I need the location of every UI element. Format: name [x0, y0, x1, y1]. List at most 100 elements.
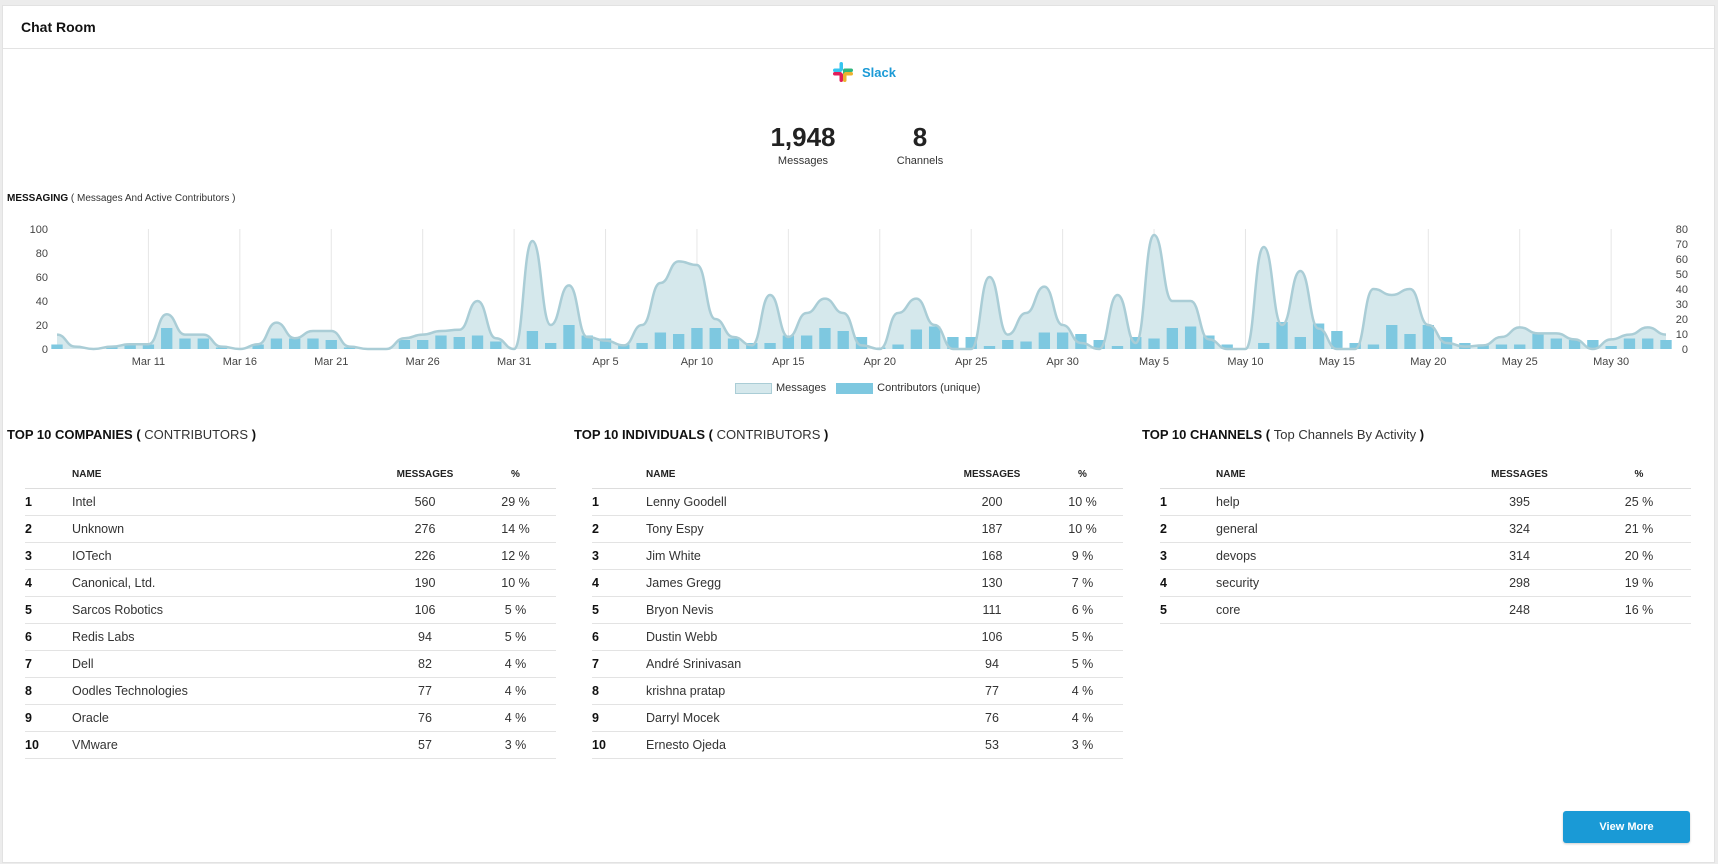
table-row[interactable]: 1 Lenny Goodell 200 10 %	[592, 488, 1123, 516]
view-more-button[interactable]: View More	[1563, 811, 1690, 843]
table-row[interactable]: 8 Oodles Technologies 77 4 %	[25, 677, 556, 705]
table-row[interactable]: 8 krishna pratap 77 4 %	[592, 677, 1123, 705]
contributors-bar	[709, 328, 721, 349]
name-cell: Oracle	[72, 704, 375, 732]
table-row[interactable]: 9 Oracle 76 4 %	[25, 704, 556, 732]
contributors-bar	[526, 331, 539, 349]
contributors-bar	[819, 328, 831, 349]
table-row[interactable]: 2 general 324 21 %	[1160, 515, 1691, 543]
name-cell: Jim White	[646, 542, 942, 570]
individuals-paren-open: (	[708, 427, 713, 442]
percent-cell: 5 %	[475, 596, 556, 624]
table-row[interactable]: 3 Jim White 168 9 %	[592, 542, 1123, 570]
table-header-row: NAME MESSAGES %	[592, 460, 1123, 489]
individuals-table: NAME MESSAGES % 1 Lenny Goodell 200 10 % 2 To…	[592, 460, 1123, 759]
contributors-bar	[1422, 325, 1434, 349]
table-row[interactable]: 6 Dustin Webb 106 5 %	[592, 623, 1123, 651]
table-row[interactable]: 10 Ernesto Ojeda 53 3 %	[592, 731, 1123, 759]
messages-header[interactable]: MESSAGES	[942, 460, 1042, 489]
table-row[interactable]: 6 Redis Labs 94 5 %	[25, 623, 556, 651]
legend-contributors[interactable]: Contributors (unique)	[836, 382, 980, 394]
contributors-bar	[417, 340, 429, 349]
x-tick-label: May 5	[1139, 356, 1169, 368]
table-row[interactable]: 4 security 298 19 %	[1160, 569, 1691, 597]
x-tick-label: Mar 31	[497, 356, 531, 368]
name-cell: Ernesto Ojeda	[646, 731, 942, 759]
legend-messages-label: Messages	[776, 382, 827, 394]
table-row[interactable]: 1 Intel 560 29 %	[25, 488, 556, 516]
channels-table-body: 1 help 395 25 % 2 general 324 21 % 3 devops 314 20 …	[1160, 488, 1691, 624]
percent-header[interactable]: %	[1587, 460, 1691, 489]
contributors-bar	[1148, 338, 1160, 349]
contributors-bar	[545, 343, 557, 349]
x-tick-label: Mar 16	[223, 356, 257, 368]
percent-cell: 5 %	[1042, 650, 1123, 678]
table-row[interactable]: 10 VMware 57 3 %	[25, 731, 556, 759]
individuals-title-main: TOP 10 INDIVIDUALS	[574, 427, 705, 442]
y-left-tick-label: 100	[30, 224, 48, 236]
table-row[interactable]: 5 core 248 16 %	[1160, 596, 1691, 624]
individuals-paren-close: )	[823, 427, 829, 442]
table-row[interactable]: 5 Bryon Nevis 111 6 %	[592, 596, 1123, 624]
x-tick-label: Apr 5	[592, 356, 618, 368]
table-row[interactable]: 7 André Srinivasan 94 5 %	[592, 650, 1123, 678]
x-tick-label: Mar 26	[406, 356, 440, 368]
percent-cell: 21 %	[1587, 515, 1691, 543]
contributors-bar	[270, 338, 283, 349]
rank-cell: 1	[1160, 488, 1216, 516]
messages-cell: 82	[375, 650, 475, 678]
name-cell: Darryl Mocek	[646, 704, 942, 732]
table-row[interactable]: 9 Darryl Mocek 76 4 %	[592, 704, 1123, 732]
messages-header[interactable]: MESSAGES	[1452, 460, 1587, 489]
name-header[interactable]: NAME	[646, 460, 942, 489]
contributors-bar	[800, 335, 813, 349]
name-cell: Unknown	[72, 515, 375, 543]
table-row[interactable]: 1 help 395 25 %	[1160, 488, 1691, 516]
table-row[interactable]: 3 IOTech 226 12 %	[25, 542, 556, 570]
name-cell: help	[1216, 488, 1452, 516]
rank-cell: 7	[592, 650, 646, 678]
name-cell: IOTech	[72, 542, 375, 570]
contributors-bar	[1002, 340, 1014, 349]
table-row[interactable]: 3 devops 314 20 %	[1160, 542, 1691, 570]
table-row[interactable]: 4 James Gregg 130 7 %	[592, 569, 1123, 597]
contributors-bar	[453, 337, 465, 349]
name-header[interactable]: NAME	[1216, 460, 1452, 489]
name-cell: Redis Labs	[72, 623, 375, 651]
x-tick-label: Apr 30	[1046, 356, 1078, 368]
contributors-bar	[435, 335, 447, 349]
percent-header[interactable]: %	[475, 460, 556, 489]
stat-messages-value: 1,948	[770, 122, 836, 152]
rank-cell: 4	[1160, 569, 1216, 597]
y-right-tick-label: 70	[1676, 239, 1688, 251]
table-row[interactable]: 7 Dell 82 4 %	[25, 650, 556, 678]
table-row[interactable]: 2 Tony Espy 187 10 %	[592, 515, 1123, 543]
contributors-bar	[691, 328, 703, 349]
name-header[interactable]: NAME	[72, 460, 375, 489]
contributors-bar	[179, 338, 191, 349]
stat-channels-value: 8	[912, 122, 928, 152]
name-cell: Oodles Technologies	[72, 677, 375, 705]
name-cell: VMware	[72, 731, 375, 759]
companies-table-body: 1 Intel 560 29 % 2 Unknown 276 14 % 3 IOTech 226 12…	[25, 488, 556, 759]
y-right-tick-label: 10	[1676, 329, 1688, 341]
contributors-bar	[1550, 338, 1562, 349]
source-slack[interactable]: Slack	[832, 61, 896, 83]
name-cell: James Gregg	[646, 569, 942, 597]
legend-messages[interactable]: Messages	[735, 382, 826, 394]
messages-cell: 106	[375, 596, 475, 624]
messages-header[interactable]: MESSAGES	[375, 460, 475, 489]
stat-messages-label: Messages	[777, 155, 829, 167]
contributors-bar	[1514, 344, 1526, 349]
rank-cell: 2	[592, 515, 646, 543]
contributors-bar	[51, 344, 63, 349]
contributors-bar	[1605, 346, 1617, 349]
table-row[interactable]: 5 Sarcos Robotics 106 5 %	[25, 596, 556, 624]
y-right-tick-label: 30	[1676, 299, 1688, 311]
channels-table: NAME MESSAGES % 1 help 395 25 % 2 general 324 2…	[1160, 460, 1691, 624]
messages-cell: 276	[375, 515, 475, 543]
table-row[interactable]: 2 Unknown 276 14 %	[25, 515, 556, 543]
table-row[interactable]: 4 Canonical, Ltd. 190 10 %	[25, 569, 556, 597]
percent-header[interactable]: %	[1042, 460, 1123, 489]
contributors-bar	[1532, 334, 1544, 349]
